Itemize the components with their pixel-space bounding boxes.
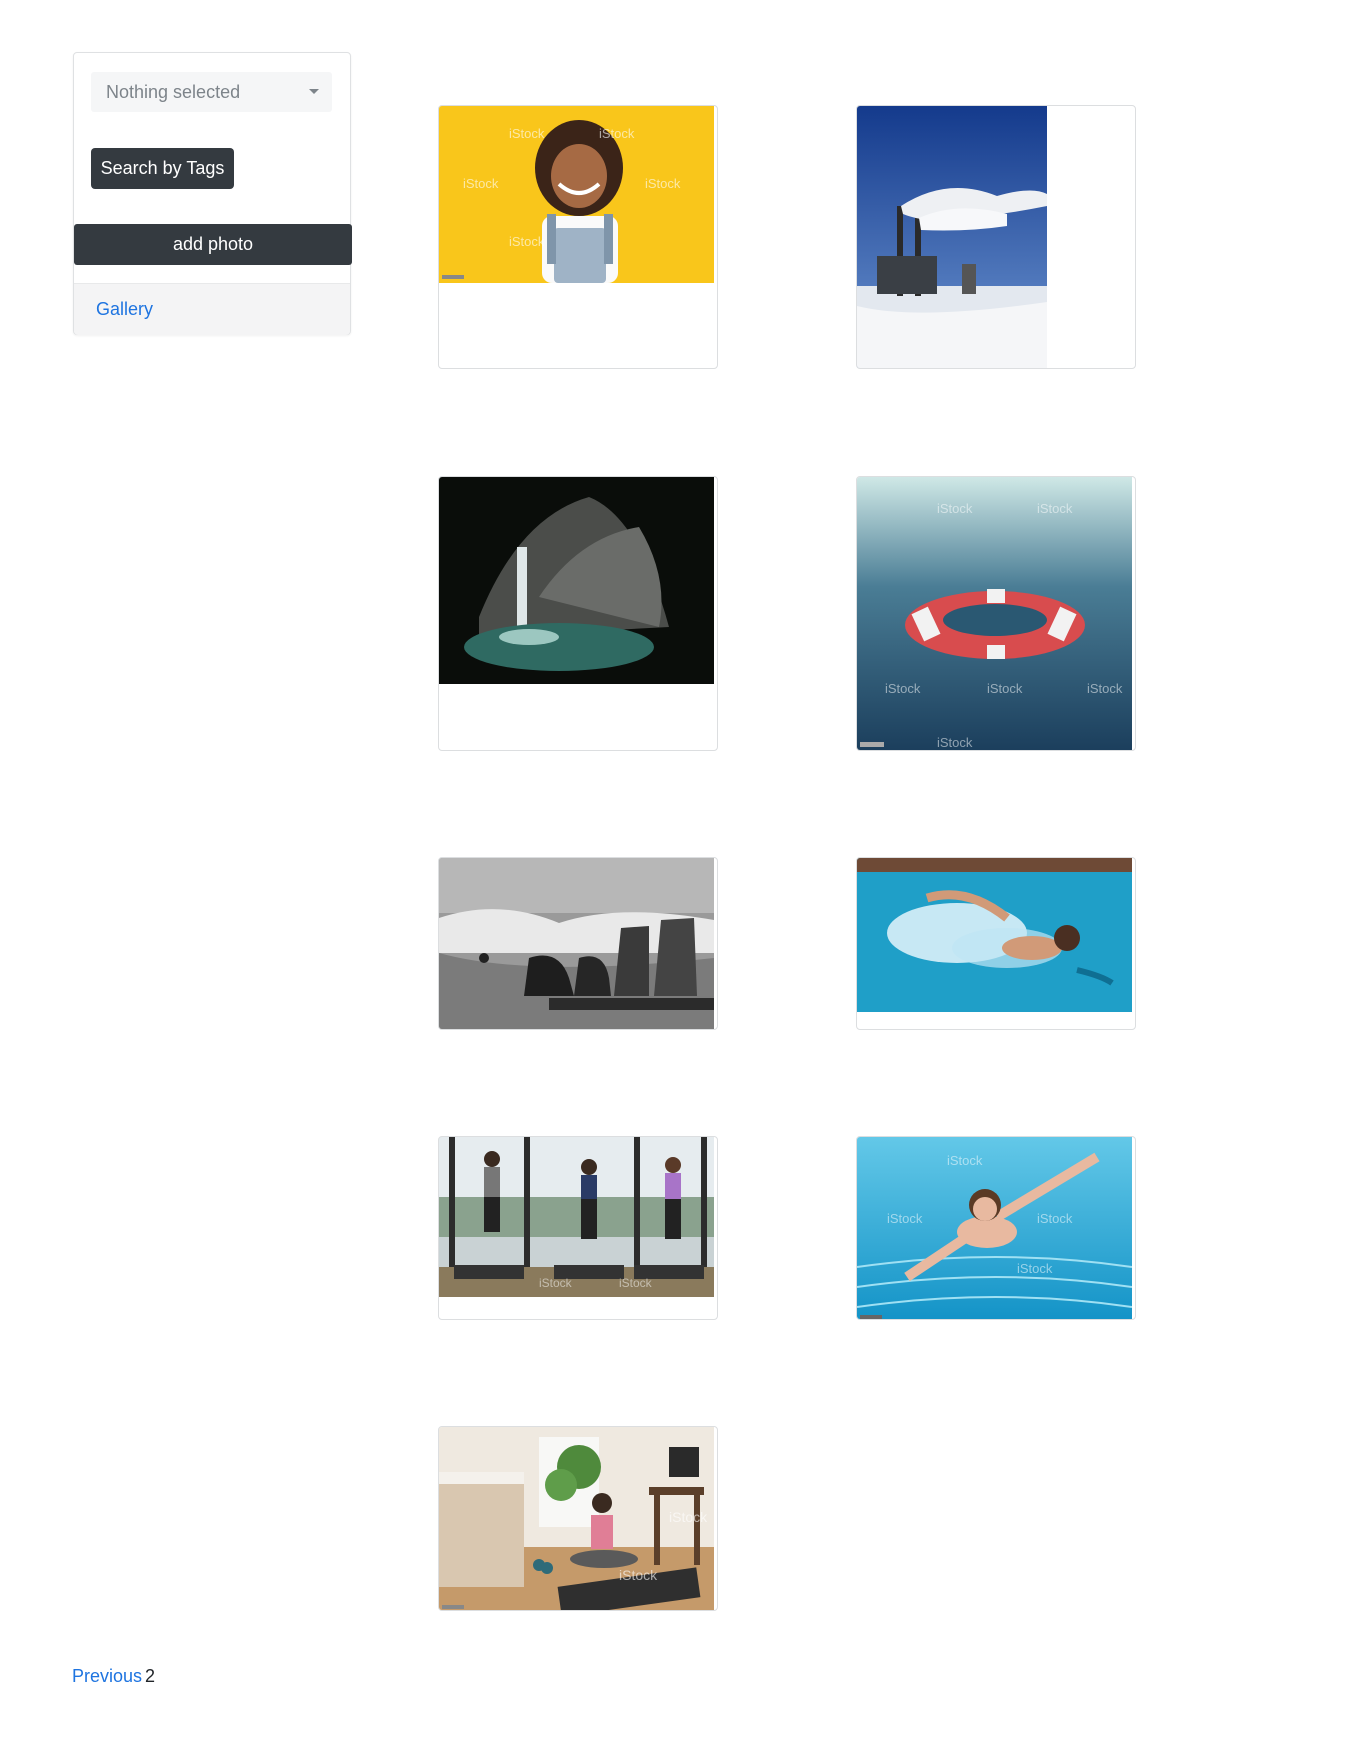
sidebar-footer: Gallery: [74, 283, 350, 335]
gallery-photo[interactable]: [439, 858, 714, 1029]
add-photo-button[interactable]: add photo: [74, 224, 352, 265]
gallery-card[interactable]: iStock iStock iStock iStock: [856, 1136, 1136, 1320]
gallery-photo[interactable]: [439, 477, 714, 684]
pagination: Previous 2: [72, 1666, 155, 1687]
svg-text:iStock: iStock: [509, 126, 545, 141]
svg-text:iStock: iStock: [669, 1509, 708, 1525]
gallery-card[interactable]: iStock iStock: [438, 1426, 718, 1611]
gallery-photo[interactable]: iStock iStock: [439, 1137, 714, 1297]
gallery-card[interactable]: [856, 105, 1136, 369]
svg-text:iStock: iStock: [619, 1567, 658, 1583]
gallery-photo[interactable]: iStock iStock iStock iStock iStock iStoc…: [857, 477, 1132, 750]
gallery-card[interactable]: [856, 857, 1136, 1030]
svg-text:iStock: iStock: [1037, 1211, 1073, 1226]
previous-page-link[interactable]: Previous: [72, 1666, 142, 1686]
tag-select-value: Nothing selected: [106, 82, 241, 102]
sidebar-card: Nothing selected Search by Tags add phot…: [73, 52, 352, 335]
svg-text:iStock: iStock: [619, 1276, 653, 1290]
svg-text:iStock: iStock: [947, 1153, 983, 1168]
svg-text:iStock: iStock: [887, 1211, 923, 1226]
svg-text:iStock: iStock: [885, 681, 921, 696]
gallery-photo[interactable]: iStock iStock iStock iStock iStock: [439, 106, 714, 283]
svg-text:iStock: iStock: [539, 1276, 573, 1290]
tag-select[interactable]: Nothing selected: [91, 72, 332, 112]
svg-text:iStock: iStock: [1017, 1261, 1053, 1276]
gallery-card[interactable]: iStock iStock: [438, 1136, 718, 1320]
svg-text:iStock: iStock: [937, 735, 973, 750]
gallery-card[interactable]: [438, 857, 718, 1030]
caret-down-icon: [309, 89, 319, 94]
svg-text:iStock: iStock: [1037, 501, 1073, 516]
gallery-photo[interactable]: [857, 106, 1047, 368]
gallery-link[interactable]: Gallery: [96, 299, 153, 320]
gallery-photo[interactable]: iStock iStock iStock iStock: [857, 1137, 1132, 1319]
gallery-card[interactable]: iStock iStock iStock iStock iStock: [438, 105, 718, 369]
svg-text:iStock: iStock: [987, 681, 1023, 696]
gallery-card[interactable]: iStock iStock iStock iStock iStock iStoc…: [856, 476, 1136, 751]
gallery-photo[interactable]: [857, 858, 1132, 1012]
svg-text:iStock: iStock: [463, 176, 499, 191]
current-page-number: 2: [145, 1666, 156, 1686]
svg-text:iStock: iStock: [645, 176, 681, 191]
svg-text:iStock: iStock: [599, 126, 635, 141]
svg-text:iStock: iStock: [509, 234, 545, 249]
gallery-card[interactable]: [438, 476, 718, 751]
svg-text:iStock: iStock: [1087, 681, 1123, 696]
search-by-tags-button[interactable]: Search by Tags: [91, 148, 234, 189]
svg-text:iStock: iStock: [937, 501, 973, 516]
gallery-photo[interactable]: iStock iStock: [439, 1427, 714, 1610]
